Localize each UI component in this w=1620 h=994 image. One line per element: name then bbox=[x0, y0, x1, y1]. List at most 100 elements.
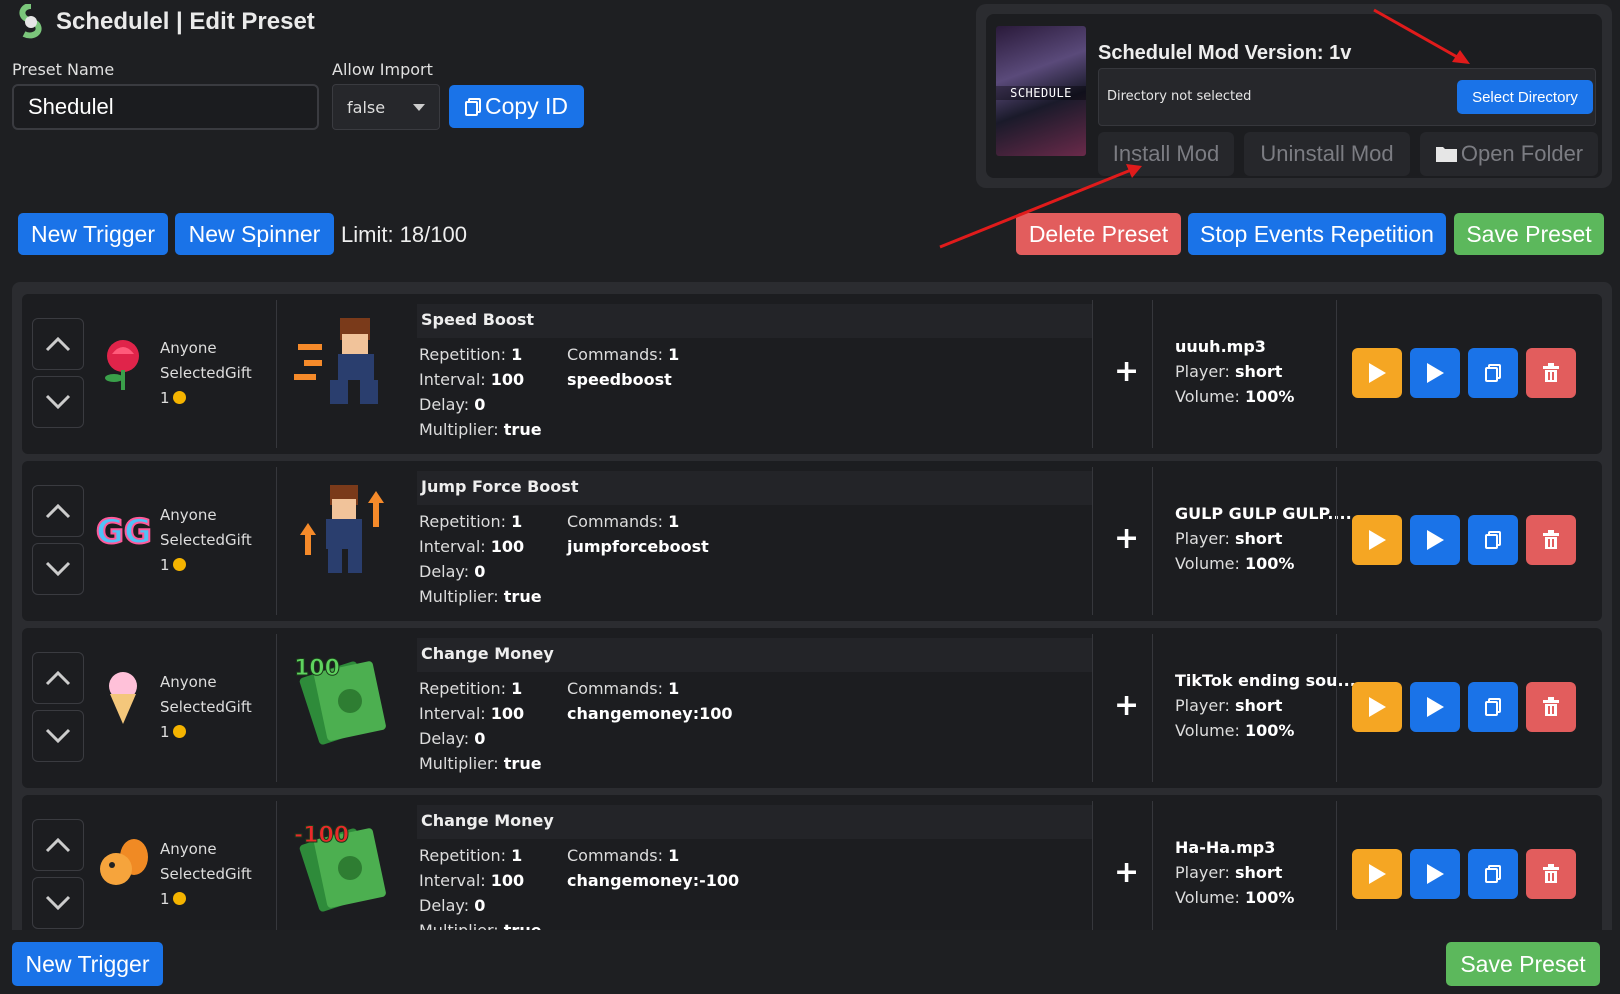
copy-id-label: Copy ID bbox=[484, 93, 569, 119]
run-trigger-button[interactable] bbox=[1410, 849, 1460, 899]
move-up-button[interactable] bbox=[32, 652, 84, 704]
volume-value: 100% bbox=[1245, 387, 1295, 406]
duplicate-trigger-button[interactable] bbox=[1468, 849, 1518, 899]
mod-cover-image: SCHEDULE bbox=[996, 26, 1086, 156]
chevron-down-icon bbox=[45, 394, 71, 410]
chevron-down-icon bbox=[45, 561, 71, 577]
move-down-button[interactable] bbox=[32, 543, 84, 595]
duplicate-trigger-button[interactable] bbox=[1468, 515, 1518, 565]
run-trigger-button[interactable] bbox=[1410, 515, 1460, 565]
gift-cost-value: 1 bbox=[160, 389, 170, 407]
command-text: speedboost bbox=[567, 370, 672, 389]
sound-info: Ha-Ha.mp3 Player: short Volume: 100% bbox=[1175, 835, 1355, 910]
run-trigger-button[interactable] bbox=[1410, 682, 1460, 732]
player-label: Player: bbox=[1175, 696, 1230, 715]
trigger-card: GG Anyone SelectedGift 1 Jump Force Boost Rep… bbox=[22, 461, 1602, 621]
jump-boost-icon bbox=[290, 471, 402, 583]
move-up-button[interactable] bbox=[32, 318, 84, 370]
trigger-limit-counter: Limit: 18/100 bbox=[341, 222, 467, 247]
gift-info: Anyone SelectedGift 1 bbox=[160, 837, 252, 912]
divider bbox=[1092, 300, 1093, 448]
delay-label: Delay: bbox=[419, 395, 470, 414]
gift-info: Anyone SelectedGift 1 bbox=[160, 503, 252, 578]
play-icon bbox=[1427, 363, 1444, 383]
copy-id-button[interactable]: Copy ID bbox=[449, 85, 584, 128]
play-sound-button[interactable] bbox=[1352, 515, 1402, 565]
open-folder-button[interactable]: Open Folder bbox=[1420, 132, 1598, 176]
move-up-button[interactable] bbox=[32, 485, 84, 537]
gift-cost: 1 bbox=[160, 553, 252, 578]
move-up-button[interactable] bbox=[32, 819, 84, 871]
delete-trigger-button[interactable] bbox=[1526, 348, 1576, 398]
select-directory-button[interactable]: Select Directory bbox=[1457, 80, 1593, 114]
copy-icon bbox=[464, 97, 481, 116]
footer-save-preset-button[interactable]: Save Preset bbox=[1446, 942, 1600, 986]
trigger-gift-type: SelectedGift bbox=[160, 531, 252, 549]
multiplier-value: true bbox=[503, 587, 542, 606]
multiplier-value: true bbox=[503, 420, 542, 439]
interval-value: 100 bbox=[490, 370, 525, 389]
trigger-user: Anyone bbox=[160, 840, 217, 858]
allow-import-select[interactable]: false bbox=[332, 84, 440, 130]
new-spinner-button[interactable]: New Spinner bbox=[175, 213, 334, 255]
sound-name: Ha-Ha.mp3 bbox=[1175, 838, 1276, 857]
delete-trigger-button[interactable] bbox=[1526, 515, 1576, 565]
trigger-card: Anyone SelectedGift 1 Speed Boost Repetition… bbox=[22, 294, 1602, 454]
divider bbox=[1092, 634, 1093, 782]
play-sound-button[interactable] bbox=[1352, 682, 1402, 732]
delete-preset-button[interactable]: Delete Preset bbox=[1016, 213, 1181, 255]
interval-value: 100 bbox=[490, 537, 525, 556]
move-down-button[interactable] bbox=[32, 877, 84, 929]
speed-boost-icon bbox=[290, 304, 402, 416]
player-label: Player: bbox=[1175, 863, 1230, 882]
interval-value: 100 bbox=[490, 704, 525, 723]
squirrel-icon bbox=[94, 835, 152, 893]
play-sound-button[interactable] bbox=[1352, 849, 1402, 899]
move-down-button[interactable] bbox=[32, 710, 84, 762]
divider bbox=[1092, 801, 1093, 930]
coin-icon bbox=[172, 558, 186, 571]
trigger-params: Repetition: 1 Interval: 100 Delay: 0 Multip… bbox=[419, 342, 542, 442]
logo-icon bbox=[19, 4, 42, 39]
run-trigger-button[interactable] bbox=[1410, 348, 1460, 398]
play-icon bbox=[1369, 530, 1386, 550]
commands-count: 1 bbox=[668, 512, 680, 531]
player-label: Player: bbox=[1175, 362, 1230, 381]
player-value: short bbox=[1235, 696, 1283, 715]
repetition-value: 1 bbox=[511, 679, 523, 698]
interval-label: Interval: bbox=[419, 704, 486, 723]
uninstall-mod-button[interactable]: Uninstall Mod bbox=[1244, 132, 1410, 176]
delete-trigger-button[interactable] bbox=[1526, 849, 1576, 899]
add-action-button[interactable]: + bbox=[1114, 521, 1139, 556]
mod-cover-caption: SCHEDULE bbox=[996, 86, 1086, 100]
repetition-value: 1 bbox=[511, 345, 523, 364]
gift-cost-value: 1 bbox=[160, 556, 170, 574]
move-down-button[interactable] bbox=[32, 376, 84, 428]
gift-cost-value: 1 bbox=[160, 723, 170, 741]
divider bbox=[1336, 467, 1337, 615]
repetition-value: 1 bbox=[511, 846, 523, 865]
preset-name-label: Preset Name bbox=[12, 60, 115, 79]
repetition-label: Repetition: bbox=[419, 846, 506, 865]
delete-trigger-button[interactable] bbox=[1526, 682, 1576, 732]
copy-icon bbox=[1485, 698, 1501, 716]
delay-label: Delay: bbox=[419, 562, 470, 581]
save-preset-button[interactable]: Save Preset bbox=[1454, 213, 1604, 255]
mod-panel: SCHEDULE Schedulel Mod Version: 1v Direc… bbox=[976, 4, 1612, 188]
play-sound-button[interactable] bbox=[1352, 348, 1402, 398]
install-mod-button[interactable]: Install Mod bbox=[1098, 132, 1234, 176]
allow-import-value: false bbox=[347, 97, 386, 117]
new-trigger-button[interactable]: New Trigger bbox=[18, 213, 168, 255]
duplicate-trigger-button[interactable] bbox=[1468, 682, 1518, 732]
stop-events-repetition-button[interactable]: Stop Events Repetition bbox=[1188, 213, 1446, 255]
trigger-user: Anyone bbox=[160, 673, 217, 691]
add-action-button[interactable]: + bbox=[1114, 855, 1139, 890]
duplicate-trigger-button[interactable] bbox=[1468, 348, 1518, 398]
app-header: Schedulel | Edit Preset bbox=[14, 4, 315, 40]
add-action-button[interactable]: + bbox=[1114, 688, 1139, 723]
chevron-up-icon bbox=[45, 837, 71, 853]
add-action-button[interactable]: + bbox=[1114, 354, 1139, 389]
trigger-commands: Commands: 1 changemoney:-100 bbox=[567, 843, 739, 893]
footer-new-trigger-button[interactable]: New Trigger bbox=[12, 942, 163, 986]
preset-name-input[interactable] bbox=[12, 84, 319, 130]
